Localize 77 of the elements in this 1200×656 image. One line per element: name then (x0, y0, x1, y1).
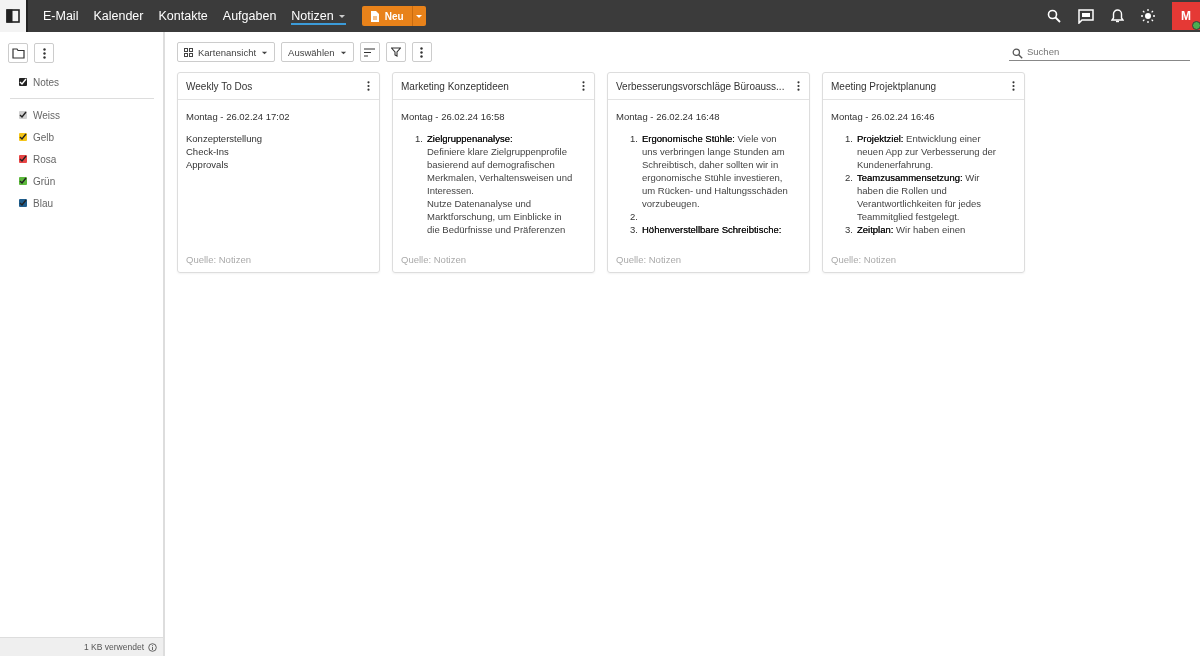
note-date: Montag - 26.02.24 16:46 (831, 111, 936, 122)
category-checkbox[interactable] (19, 155, 27, 163)
list-number: 1. (844, 132, 854, 146)
more-button[interactable] (34, 43, 54, 63)
note-source: Quelle: Notizen (615, 254, 682, 267)
folder-icon (11, 47, 25, 59)
note-title: Weekly To Dos (186, 80, 253, 92)
storage-usage: 1 KB verwendet (84, 642, 144, 652)
note-title: Meeting Projektplanung (831, 80, 937, 92)
note-source: Quelle: Notizen (400, 254, 467, 267)
sort-icon (364, 47, 376, 57)
more-icon (420, 46, 424, 58)
list-number: 2. (629, 210, 639, 223)
filter-button[interactable] (385, 42, 406, 62)
list-number: 2. (844, 171, 854, 185)
category-checkbox[interactable] (19, 111, 27, 119)
search-icon[interactable] (1047, 9, 1061, 23)
search-icon (1012, 47, 1023, 59)
view-dropdown[interactable]: Kartenansicht (177, 42, 276, 62)
caret-icon (337, 12, 346, 20)
info-icon[interactable] (148, 642, 157, 652)
list-item-text: Teamzusammensetzung: Wir haben die Rollen und Verantwortlichkeiten für jedes Teammitglied festgelegt. (857, 171, 982, 223)
category-checkbox[interactable] (19, 133, 27, 141)
filter-icon (390, 47, 401, 57)
category-checkbox[interactable] (19, 177, 27, 185)
more-icon[interactable] (1012, 81, 1015, 91)
nav-link[interactable]: E-Mail (43, 7, 79, 25)
sort-button[interactable] (359, 42, 380, 62)
nav-link[interactable]: Kalender (93, 7, 144, 25)
list-number: 3. (844, 223, 854, 236)
note-date: Montag - 26.02.24 16:58 (401, 111, 506, 122)
list-item-text: Projektziel: Entwicklung einer neuen App zur Verbesserung der Kundenerfahrung. (857, 132, 996, 171)
notebook-label[interactable]: Notes (33, 76, 60, 88)
category-label[interactable]: Grün (33, 175, 56, 187)
note-card[interactable] (392, 72, 595, 273)
list-item-text: Zeitplan: Wir haben einen (857, 223, 966, 236)
note-title: Verbesserungsvorschläge Büroauss... (616, 80, 785, 92)
note-title: Marketing Konzeptideen (401, 80, 509, 92)
note-source: Quelle: Notizen (830, 254, 897, 267)
note-date: Montag - 26.02.24 17:02 (186, 111, 291, 122)
list-number: 3. (629, 223, 639, 236)
search-field[interactable]: Suchen (1009, 43, 1190, 61)
note-card[interactable]: Weekly To Dos Montag - 26.02.24 17:02 Konzepterstellung Check-Ins Approvals Quelle: Notizen (177, 72, 380, 273)
bell-icon[interactable] (1111, 9, 1124, 23)
nav-link[interactable]: Aufgaben (222, 7, 277, 25)
category-label[interactable]: Rosa (33, 153, 57, 165)
more-icon (42, 47, 46, 59)
list-item-text: Höhenverstellbare Schreibtische: (642, 223, 782, 236)
select-dropdown[interactable]: Auswählen (281, 42, 354, 62)
list-number: 1. (629, 132, 639, 146)
note-source: Quelle: Notizen (185, 254, 252, 267)
list-item-text: Ergonomische Stühle: Viele von uns verbringen lange Stunden am Schreibtisch, daher sollten wir in ergonomische Stühle investieren, um Rücken- und Haltungsschäden vorzubeugen. (642, 132, 788, 210)
sun-icon[interactable] (1141, 9, 1155, 23)
grid-icon (184, 47, 193, 57)
folder-button[interactable] (8, 43, 28, 63)
note-card[interactable] (822, 72, 1025, 273)
category-checkbox[interactable] (19, 199, 27, 207)
more-icon[interactable] (582, 81, 585, 91)
category-label[interactable]: Blau (33, 197, 53, 209)
checkbox[interactable] (19, 78, 27, 86)
document-icon (369, 10, 380, 22)
list-item-text: Zielgruppenanalyse: Definiere klare Zielgruppenprofile basierend auf demografischen Merkmalen, Verhaltensweisen und Interessen. Nutze Datenanalyse und Marktforschung, um Einblicke in die Bedürfnisse und Präferenzen (427, 132, 573, 236)
more-button[interactable] (411, 42, 432, 62)
sidebar-toggle-icon[interactable] (6, 9, 20, 23)
nav-link[interactable]: Notizen (291, 7, 346, 25)
nav-link[interactable]: Kontakte (158, 7, 208, 25)
note-text: Konzepterstellung Check-Ins Approvals (186, 132, 264, 171)
chat-icon[interactable] (1078, 8, 1094, 24)
caret-icon (415, 12, 424, 20)
more-icon[interactable] (367, 81, 370, 91)
category-label[interactable]: Gelb (33, 131, 55, 143)
note-date: Montag - 26.02.24 16:48 (616, 111, 721, 122)
avatar[interactable]: M (1172, 2, 1200, 30)
list-number: 1. (414, 132, 424, 146)
more-icon[interactable] (797, 81, 800, 91)
category-label[interactable]: Weiss (33, 109, 61, 121)
note-card[interactable] (607, 72, 810, 273)
